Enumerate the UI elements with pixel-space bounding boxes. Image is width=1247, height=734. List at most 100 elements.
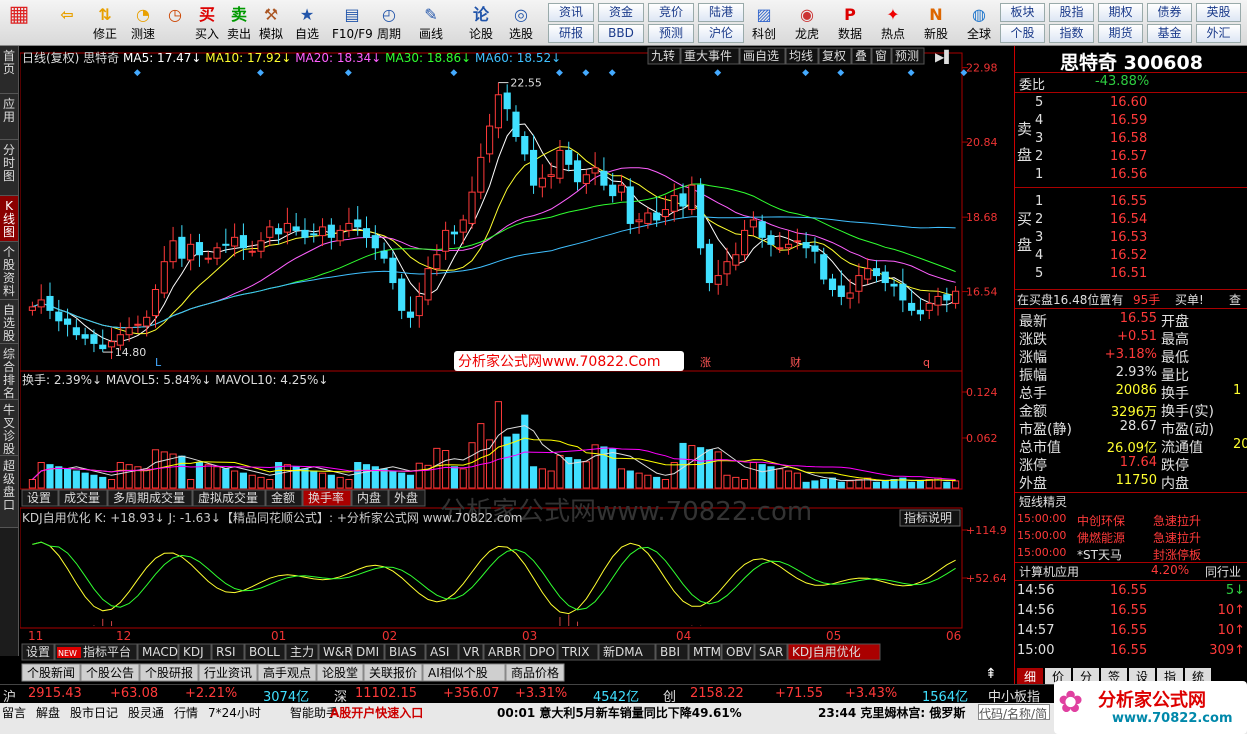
indicator-tab-3[interactable]: KDJ xyxy=(178,643,212,661)
leftnav-item-3[interactable]: K线图 xyxy=(0,196,18,242)
sell-price[interactable]: 16.58 xyxy=(1110,131,1147,146)
leftnav-item-8[interactable]: 超级盘口 xyxy=(0,456,18,528)
toolbar-板块-button[interactable]: 板块 xyxy=(1000,3,1045,22)
news-ticker-1[interactable]: 00:01 意大利5月新车销量同比下降49.61% xyxy=(497,704,742,721)
buy-price[interactable]: 16.52 xyxy=(1110,248,1147,263)
chart-tool-7[interactable]: 预测 xyxy=(891,47,925,65)
toolbar-英股-button[interactable]: 英股 xyxy=(1196,3,1241,22)
jingling-stock[interactable]: 中创环保 xyxy=(1077,512,1125,529)
jingling-stock[interactable]: *ST天马 xyxy=(1077,546,1122,563)
volume-tab-2[interactable]: 多周期成交量 xyxy=(107,489,193,507)
buy-price[interactable]: 16.55 xyxy=(1110,194,1147,209)
toolbar-热点-button[interactable]: ✦ 热点 xyxy=(874,2,912,44)
event-marker-icon[interactable]: ◆ xyxy=(802,68,809,78)
sell-price[interactable]: 16.57 xyxy=(1110,149,1147,164)
event-marker-icon[interactable]: ◆ xyxy=(908,68,915,78)
indicator-tab-16[interactable]: BBI xyxy=(655,643,689,661)
volume-tab-1[interactable]: 成交量 xyxy=(58,489,108,507)
toolbar-期货-button[interactable]: 期货 xyxy=(1098,24,1143,43)
inbuy-more[interactable]: 查 xyxy=(1229,291,1241,308)
toolbar-clock-button[interactable]: ◷ xyxy=(158,2,192,44)
buy-price[interactable]: 16.53 xyxy=(1110,230,1147,245)
bottom-item-5[interactable]: 7*24小时 xyxy=(208,704,261,721)
indicator-tab-1[interactable]: NEW 指标平台 xyxy=(54,643,138,661)
news-ticker-2[interactable]: 23:44 克里姆林宫: 俄罗斯 xyxy=(818,704,965,721)
toolbar-hammer-button[interactable]: ⚒ 模拟 xyxy=(254,2,288,44)
chart-tool-6[interactable]: 窗 xyxy=(871,47,892,65)
toolbar-buy-button[interactable]: 买买入 xyxy=(190,2,224,44)
toolbar-select-button[interactable]: ◎ 选股 xyxy=(504,2,538,44)
toolbar-外汇-button[interactable]: 外汇 xyxy=(1196,24,1241,43)
toolbar-新股-button[interactable]: N 新股 xyxy=(917,2,955,44)
open-account-link[interactable]: A股开户快速入口 xyxy=(330,704,423,721)
toolbar-沪伦-button[interactable]: 沪伦 xyxy=(698,24,744,43)
info-tab-7[interactable]: AI相似个股 xyxy=(422,663,506,682)
toolbar-数据-button[interactable]: P 数据 xyxy=(831,2,869,44)
info-tab-1[interactable]: 个股公告 xyxy=(80,663,140,682)
toolbar-BBD-button[interactable]: BBD xyxy=(598,24,644,43)
indicator-tab-18[interactable]: OBV xyxy=(721,643,755,661)
toolbar-全球-button[interactable]: ◍ 全球 xyxy=(960,2,998,44)
toolbar-grid-button[interactable]: ▦ xyxy=(2,2,36,44)
leftnav-item-0[interactable]: 首页 xyxy=(0,46,18,94)
toolbar-预测-button[interactable]: 预测 xyxy=(648,24,694,43)
event-marker-icon[interactable]: ◆ xyxy=(345,68,352,78)
leftnav-item-5[interactable]: 自选股 xyxy=(0,300,18,344)
indicator-tab-0[interactable]: 设置 xyxy=(21,643,55,661)
toolbar-科创-button[interactable]: ▨ 科创 xyxy=(745,2,783,44)
volume-tab-3[interactable]: 虚拟成交量 xyxy=(192,489,266,507)
indicator-tab-20[interactable]: KDJ自用优化 xyxy=(787,643,881,661)
chart-more-icon[interactable]: ▶▌ xyxy=(935,49,953,64)
indicator-tab-6[interactable]: 主力 xyxy=(285,643,319,661)
indicator-tab-8[interactable]: DMI xyxy=(351,643,385,661)
sell-price[interactable]: 16.60 xyxy=(1110,95,1147,110)
event-marker-icon[interactable]: ◆ xyxy=(714,68,721,78)
search-input[interactable]: 代码/名称/简 xyxy=(978,704,1050,720)
event-marker-icon[interactable]: ◆ xyxy=(556,68,563,78)
indicator-tab-13[interactable]: DPO xyxy=(524,643,558,661)
toolbar-speed-button[interactable]: ◔ 测速 xyxy=(126,2,160,44)
leftnav-item-1[interactable]: 应用 xyxy=(0,94,18,140)
toolbar-龙虎-button[interactable]: ◉ 龙虎 xyxy=(788,2,826,44)
event-marker-icon[interactable]: ◆ xyxy=(837,68,844,78)
indicator-tab-10[interactable]: ASI xyxy=(425,643,459,661)
volume-tab-0[interactable]: 设置 xyxy=(21,489,59,507)
leftnav-item-2[interactable]: 分时图 xyxy=(0,140,18,196)
collapse-up-icon[interactable]: ⇞ xyxy=(985,666,997,682)
chart-tool-5[interactable]: 叠 xyxy=(851,47,872,65)
toolbar-forum-button[interactable]: 论论股 xyxy=(464,2,498,44)
event-marker-icon[interactable]: ◆ xyxy=(134,68,141,78)
indicator-tab-11[interactable]: VR xyxy=(458,643,484,661)
indicator-tab-19[interactable]: SAR xyxy=(754,643,788,661)
indicator-tab-7[interactable]: W&R xyxy=(318,643,353,661)
detail-tab-0[interactable]: 细 xyxy=(1017,668,1043,684)
bottom-item-1[interactable]: 解盘 xyxy=(36,704,60,721)
event-marker-icon[interactable]: ◆ xyxy=(582,68,589,78)
toolbar-star-button[interactable]: ★ 自选 xyxy=(290,2,324,44)
indicator-tab-14[interactable]: TRIX xyxy=(557,643,599,661)
toolbar-基金-button[interactable]: 基金 xyxy=(1147,24,1192,43)
calc-more[interactable]: 同行业 xyxy=(1205,563,1241,580)
info-tab-5[interactable]: 论股堂 xyxy=(316,663,364,682)
bottom-item-3[interactable]: 股灵通 xyxy=(128,704,164,721)
sell-price[interactable]: 16.59 xyxy=(1110,113,1147,128)
bottom-item-2[interactable]: 股市日记 xyxy=(70,704,118,721)
info-tab-6[interactable]: 关联报价 xyxy=(363,663,423,682)
event-marker-icon[interactable]: ◆ xyxy=(609,68,616,78)
volume-tab-6[interactable]: 内盘 xyxy=(351,489,389,507)
chart-tool-0[interactable]: 九转 xyxy=(647,47,681,65)
toolbar-period-button[interactable]: ◴ 周期 xyxy=(372,2,406,44)
toolbar-竞价-button[interactable]: 竞价 xyxy=(648,3,694,22)
info-tab-3[interactable]: 行业资讯 xyxy=(198,663,258,682)
volume-tab-4[interactable]: 金额 xyxy=(265,489,303,507)
toolbar-指数-button[interactable]: 指数 xyxy=(1049,24,1094,43)
toolbar-股指-button[interactable]: 股指 xyxy=(1049,3,1094,22)
buy-price[interactable]: 16.54 xyxy=(1110,212,1147,227)
toolbar-债券-button[interactable]: 债券 xyxy=(1147,3,1192,22)
toolbar-arrow-updown-button[interactable]: ⇅ 修正 xyxy=(88,2,122,44)
buy-price[interactable]: 16.51 xyxy=(1110,266,1147,281)
toolbar-研报-button[interactable]: 研报 xyxy=(548,24,594,43)
sz-index[interactable]: 11102.15 xyxy=(355,686,417,701)
chart-area[interactable]: 日线(复权) 思特奇 MA5: 17.47↓ MA10: 17.92↓ MA20… xyxy=(19,46,1014,684)
info-tab-8[interactable]: 商品价格 xyxy=(505,663,565,682)
